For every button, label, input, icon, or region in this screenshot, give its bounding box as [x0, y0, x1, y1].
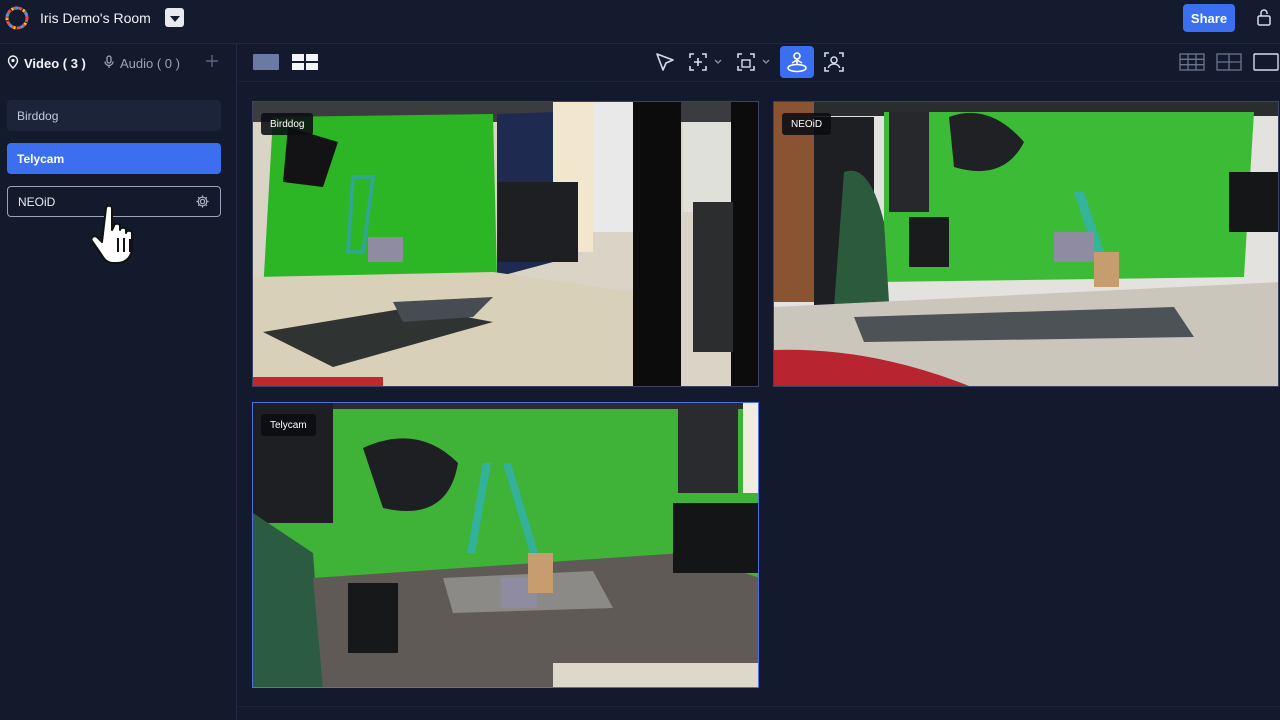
video-tile-birddog[interactable]: Birddog [252, 101, 759, 387]
sidebar: Video ( 3 ) Audio ( 0 ) Birddog Telycam … [0, 44, 237, 720]
grid-3x3-icon[interactable] [1178, 48, 1206, 76]
video-tile-neoid[interactable]: NEOiD [773, 101, 1279, 387]
source-item-label: Telycam [17, 151, 65, 166]
share-button[interactable]: Share [1183, 4, 1235, 32]
tab-audio-label: Audio ( 0 ) [120, 56, 180, 71]
caret-down-icon [169, 9, 180, 27]
grid-2x2-icon[interactable] [1215, 48, 1243, 76]
video-frame [253, 403, 758, 687]
add-source-icon[interactable] [204, 53, 220, 69]
crop-add-icon[interactable] [686, 48, 728, 76]
tab-video-label: Video ( 3 ) [24, 56, 86, 71]
video-frame [253, 102, 758, 386]
face-detect-icon[interactable] [820, 48, 848, 76]
location-pin-icon [7, 55, 19, 72]
hand-cursor-icon [90, 202, 148, 266]
source-tabs: Video ( 3 ) Audio ( 0 ) [0, 44, 237, 82]
gear-icon[interactable] [195, 194, 210, 209]
tile-label: Telycam [261, 414, 316, 436]
microphone-icon [103, 55, 115, 72]
tracking-person-icon[interactable] [780, 46, 814, 78]
bottom-panel-edge [238, 706, 1280, 720]
region-icon[interactable] [734, 48, 776, 76]
single-layout-icon[interactable] [252, 48, 280, 76]
sidebar-footer [0, 706, 237, 720]
video-frame [774, 102, 1278, 386]
video-tile-telycam[interactable]: Telycam [252, 402, 759, 688]
lock-icon[interactable] [1255, 8, 1273, 26]
app-logo-icon [5, 6, 29, 30]
room-title: Iris Demo's Room [40, 10, 151, 26]
top-bar: Iris Demo's Room Share [0, 0, 1280, 44]
source-item-telycam[interactable]: Telycam [7, 143, 221, 174]
source-item-label: Birddog [17, 108, 59, 123]
room-dropdown-button[interactable] [165, 8, 184, 27]
tab-audio[interactable]: Audio ( 0 ) [103, 55, 180, 72]
fullscreen-icon[interactable] [1252, 48, 1280, 76]
tile-label: NEOiD [782, 113, 832, 135]
source-item-label: NEOiD [18, 194, 56, 209]
video-toolbar [238, 44, 1280, 82]
source-item-birddog[interactable]: Birddog [7, 100, 221, 131]
grid-layout-icon[interactable] [291, 48, 319, 76]
tab-video[interactable]: Video ( 3 ) [7, 55, 86, 72]
tile-label: Birddog [261, 113, 314, 135]
select-pointer-icon[interactable] [651, 48, 679, 76]
